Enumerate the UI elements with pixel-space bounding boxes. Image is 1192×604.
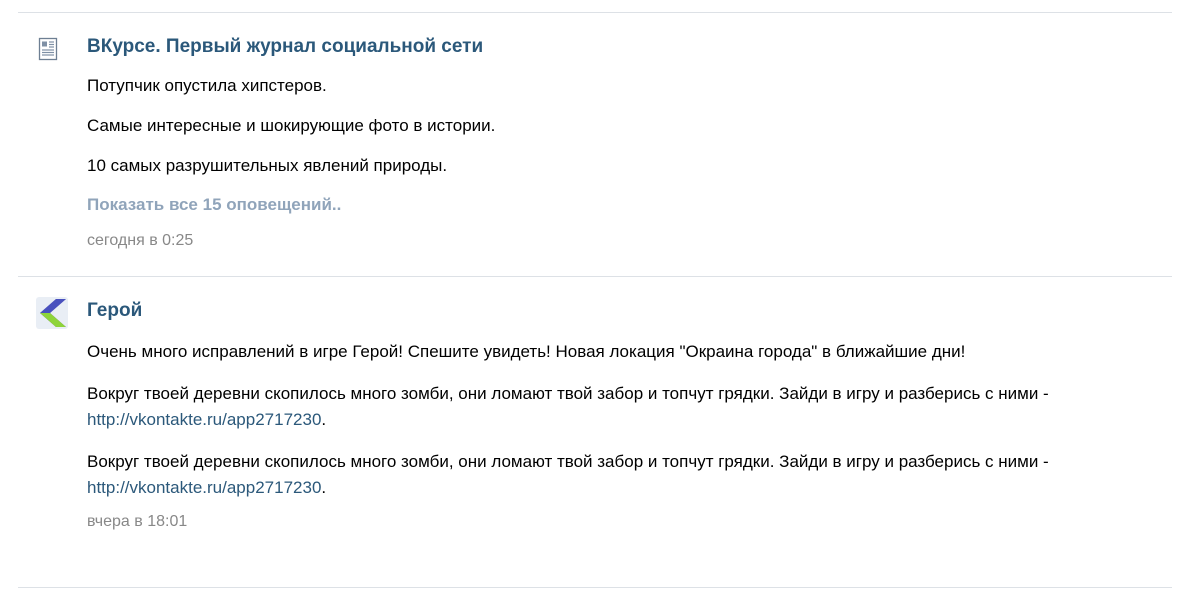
app-title-link[interactable]: Герой (87, 277, 1172, 323)
group-title-link[interactable]: ВКурсе. Первый журнал социальной сети (87, 13, 1172, 59)
notification-suffix: . (321, 410, 327, 429)
notifications-feed: ВКурсе. Первый журнал социальной сети По… (18, 0, 1172, 588)
notification-item: Потупчик опустила хипстеров. (87, 76, 327, 95)
app-link[interactable]: http://vkontakte.ru/app2717230 (87, 478, 321, 497)
notification-suffix: . (321, 478, 327, 497)
timestamp: сегодня в 0:25 (87, 232, 194, 249)
app-link[interactable]: http://vkontakte.ru/app2717230 (87, 410, 321, 429)
notification-text: Вокруг твоей деревни скопилось много зом… (87, 384, 1049, 403)
newspaper-icon (36, 37, 60, 61)
notification-group-geroy: Герой Очень много исправлений в игре Гер… (18, 277, 1172, 587)
notification-item: Вокруг твоей деревни скопилось много зом… (87, 381, 1097, 433)
notification-group-vkurse: ВКурсе. Первый журнал социальной сети По… (18, 13, 1172, 276)
notification-text: Вокруг твоей деревни скопилось много зом… (87, 452, 1049, 471)
notification-item: Вокруг твоей деревни скопилось много зом… (87, 449, 1097, 501)
notification-item: Самые интересные и шокирующие фото в ист… (87, 116, 496, 135)
show-all-notifications-link[interactable]: Показать все 15 оповещений.. (87, 192, 1172, 218)
notification-item: 10 самых разрушительных явлений природы. (87, 156, 448, 175)
notification-item: Очень много исправлений в игре Герой! Сп… (87, 342, 966, 361)
divider (18, 587, 1172, 588)
hero-app-icon (36, 297, 68, 329)
timestamp: вчера в 18:01 (87, 513, 188, 530)
